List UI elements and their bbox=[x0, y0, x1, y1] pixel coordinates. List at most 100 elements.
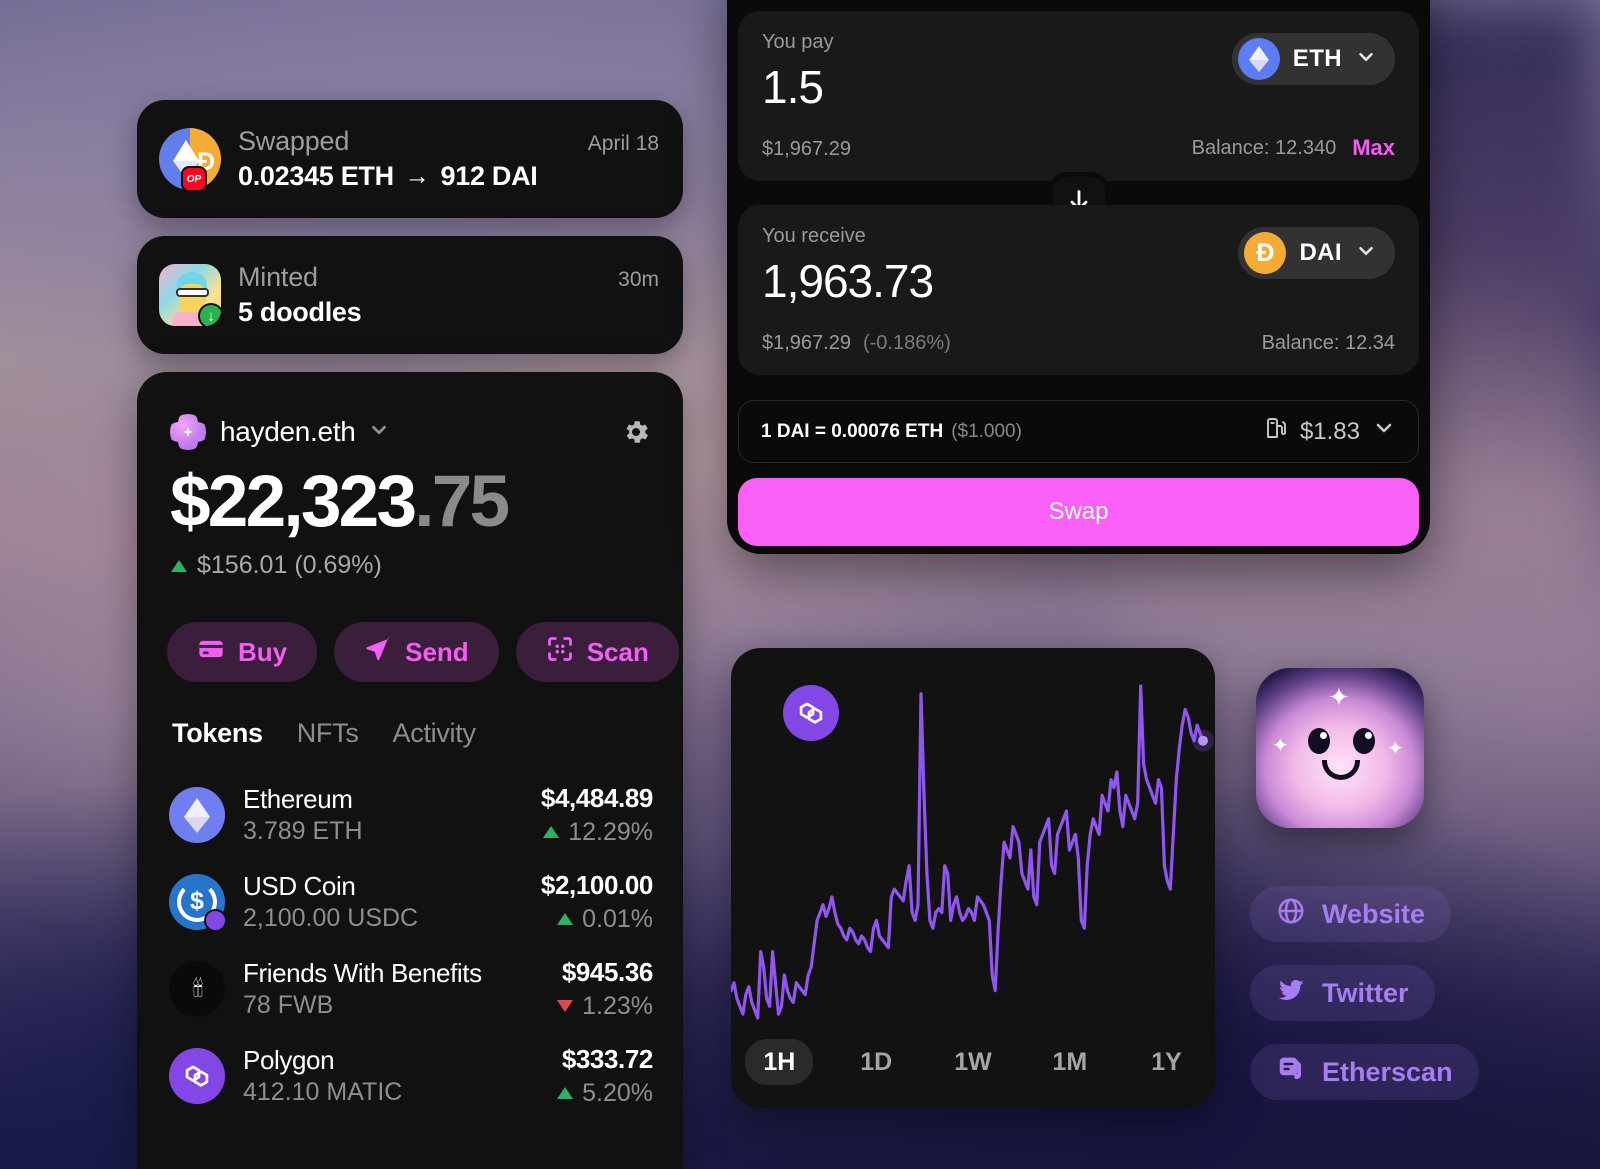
wallet-header: hayden.eth bbox=[137, 372, 683, 450]
etherscan-link-button[interactable]: Etherscan bbox=[1250, 1044, 1479, 1100]
token-quantity: 78 FWB bbox=[243, 990, 334, 1019]
tab-activity[interactable]: Activity bbox=[393, 718, 476, 749]
swap-rate-bar[interactable]: 1 DAI = 0.00076 ETH ($1.000) $1.83 bbox=[738, 400, 1419, 463]
ens-flower-avatar bbox=[170, 414, 206, 450]
ethereum-icon bbox=[169, 786, 225, 843]
balance-change-text: $156.01 (0.69%) bbox=[197, 551, 382, 579]
wallet-card: hayden.eth $22,323.75 $156.01 (0.69%) Bu… bbox=[137, 372, 683, 1169]
range-1w[interactable]: 1W bbox=[925, 1048, 1022, 1077]
swap-panel: You pay 1.5 $1,967.29 ETH Balance: 12.34… bbox=[727, 0, 1430, 554]
token-change: 0.01% bbox=[582, 904, 653, 933]
send-button[interactable]: Send bbox=[334, 622, 499, 682]
chart-range-selector: 1H 1D 1W 1M 1Y bbox=[731, 1016, 1215, 1108]
price-sparkline bbox=[731, 678, 1214, 1028]
notification-timestamp: 30m bbox=[618, 268, 659, 291]
gear-icon[interactable] bbox=[621, 417, 651, 447]
polygon-icon bbox=[169, 1047, 225, 1104]
pay-balance-label: Balance: 12.340 bbox=[1191, 136, 1337, 159]
notification-minted[interactable]: ↓ Minted 30m 5 doodles bbox=[137, 236, 683, 354]
token-value: $945.36 bbox=[561, 956, 654, 987]
token-name: Friends With Benefits bbox=[243, 957, 482, 988]
notification-swapped[interactable]: Ð OP Swapped April 18 0.02345 ETH → 912 … bbox=[137, 100, 683, 218]
token-name: Polygon bbox=[243, 1044, 335, 1075]
swap-from-amount: 0.02345 ETH bbox=[238, 161, 394, 191]
balance-whole: $22,323 bbox=[170, 461, 417, 542]
twitter-link-button[interactable]: Twitter bbox=[1250, 965, 1435, 1021]
swap-to-amount: 912 DAI bbox=[440, 161, 538, 191]
sparkle-icon: ✦ bbox=[1272, 735, 1289, 757]
scan-button[interactable]: Scan bbox=[515, 622, 679, 682]
tab-tokens[interactable]: Tokens bbox=[172, 718, 263, 749]
triangle-up-icon bbox=[557, 913, 574, 925]
document-icon bbox=[1276, 1054, 1306, 1091]
eye-left bbox=[1308, 728, 1330, 754]
token-change: 12.29% bbox=[568, 817, 653, 846]
balance-change: $156.01 (0.69%) bbox=[137, 543, 683, 580]
buy-label: Buy bbox=[238, 636, 288, 667]
website-label: Website bbox=[1322, 898, 1426, 929]
mint-detail: 5 doodles bbox=[238, 297, 362, 327]
chevron-down-icon bbox=[1355, 240, 1377, 267]
token-value: $2,100.00 bbox=[540, 869, 653, 900]
fwb-icon: 🕯🕯 bbox=[169, 960, 225, 1017]
table-row[interactable]: 🕯🕯 Friends With Benefits 78 FWB $945.36 … bbox=[169, 945, 653, 1032]
receive-token-selector[interactable]: Ð DAI bbox=[1238, 227, 1395, 279]
max-button[interactable]: Max bbox=[1352, 135, 1395, 161]
token-quantity: 3.789 ETH bbox=[243, 816, 363, 845]
wallet-actions: Buy Send Scan bbox=[137, 580, 683, 682]
token-list: Ethereum 3.789 ETH $4,484.89 12.29% $ US… bbox=[137, 749, 683, 1119]
triangle-up-icon bbox=[557, 1087, 574, 1099]
dai-icon: Ð bbox=[1244, 232, 1287, 274]
gas-cost: $1.83 bbox=[1299, 417, 1360, 445]
token-quantity: 2,100.00 USDC bbox=[243, 903, 419, 932]
rate-text: 1 DAI = 0.00076 ETH bbox=[761, 420, 944, 442]
paper-plane-icon bbox=[364, 635, 392, 670]
website-link-button[interactable]: Website bbox=[1250, 886, 1452, 942]
credit-card-icon bbox=[197, 635, 225, 670]
polygon-chain-badge bbox=[204, 908, 227, 932]
smile-mouth bbox=[1322, 760, 1360, 780]
table-row[interactable]: Polygon 412.10 MATIC $333.72 5.20% bbox=[169, 1032, 653, 1119]
wallet-tabs: Tokens NFTs Activity bbox=[137, 682, 683, 749]
token-quantity: 412.10 MATIC bbox=[243, 1077, 403, 1106]
usdc-icon: $ bbox=[169, 873, 227, 932]
triangle-up-icon bbox=[171, 559, 187, 572]
download-badge-icon: ↓ bbox=[198, 303, 221, 326]
chevron-down-icon[interactable] bbox=[368, 419, 390, 445]
receive-fiat-value: $1,967.29 bbox=[762, 332, 851, 354]
swap-pay-box: You pay 1.5 $1,967.29 ETH Balance: 12.34… bbox=[738, 11, 1419, 181]
twitter-icon bbox=[1276, 975, 1306, 1012]
price-chart-card: 1H 1D 1W 1M 1Y bbox=[731, 648, 1215, 1108]
receive-token-symbol: DAI bbox=[1299, 239, 1342, 266]
notification-timestamp: April 18 bbox=[587, 132, 659, 155]
pay-token-selector[interactable]: ETH bbox=[1231, 33, 1395, 85]
gas-pump-icon bbox=[1264, 416, 1288, 447]
pay-fiat-value: $1,967.29 bbox=[762, 138, 851, 160]
triangle-up-icon bbox=[543, 826, 560, 838]
range-1y[interactable]: 1Y bbox=[1118, 1048, 1215, 1077]
tab-nfts[interactable]: NFTs bbox=[297, 718, 359, 749]
doodle-nft-icon: ↓ bbox=[159, 264, 221, 326]
chevron-down-icon bbox=[1355, 46, 1377, 73]
eye-right bbox=[1353, 728, 1375, 754]
chevron-down-icon bbox=[1372, 416, 1396, 447]
token-change: 1.23% bbox=[582, 991, 653, 1020]
swap-submit-button[interactable]: Swap bbox=[738, 478, 1419, 546]
range-1d[interactable]: 1D bbox=[828, 1048, 925, 1077]
arrow-right-icon: → bbox=[404, 162, 430, 190]
account-name[interactable]: hayden.eth bbox=[220, 416, 356, 448]
scan-label: Scan bbox=[586, 636, 649, 667]
rate-fiat: ($1.000) bbox=[951, 420, 1022, 442]
range-1h[interactable]: 1H bbox=[731, 1038, 828, 1085]
swap-receive-box: You receive 1,963.73 $1,967.29 (-0.186%)… bbox=[738, 205, 1419, 375]
pay-token-symbol: ETH bbox=[1292, 45, 1342, 72]
happy-ghost-avatar[interactable]: ✦ ✦ ✦ bbox=[1256, 668, 1424, 828]
optimism-badge: OP bbox=[181, 166, 207, 192]
receive-fiat-delta: (-0.186%) bbox=[862, 332, 951, 354]
send-label: Send bbox=[405, 636, 469, 667]
buy-button[interactable]: Buy bbox=[167, 622, 318, 682]
table-row[interactable]: $ USD Coin 2,100.00 USDC $2,100.00 0.01% bbox=[169, 858, 653, 945]
range-1m[interactable]: 1M bbox=[1021, 1048, 1118, 1077]
notification-title: Minted bbox=[238, 262, 318, 292]
table-row[interactable]: Ethereum 3.789 ETH $4,484.89 12.29% bbox=[169, 771, 653, 858]
